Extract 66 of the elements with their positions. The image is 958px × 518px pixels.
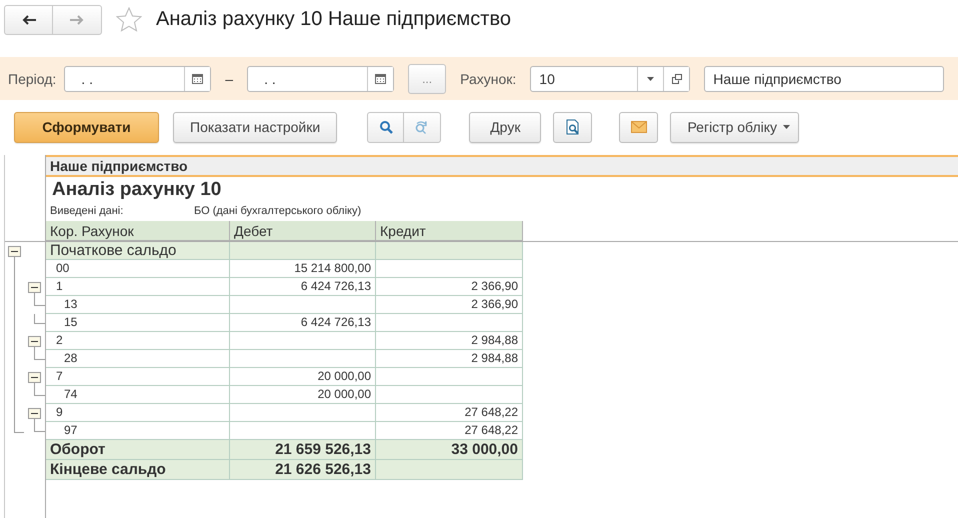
preview-button[interactable]: [553, 112, 592, 142]
column-header: Кредит: [376, 221, 523, 241]
total-label: Оборот: [46, 440, 230, 460]
account-cell: 13: [46, 296, 230, 314]
account-cell: 28: [46, 350, 230, 368]
show-settings-button[interactable]: Показати настройки: [173, 112, 338, 142]
envelope-icon: [630, 121, 647, 133]
period-end-field[interactable]: . .: [247, 66, 394, 92]
collapse-toggle[interactable]: [28, 372, 41, 382]
back-arrow-icon: [22, 14, 36, 24]
total-debit-cell: 21 659 526,13: [230, 440, 376, 460]
print-button[interactable]: Друк: [469, 112, 542, 142]
forward-arrow-icon: [70, 14, 84, 24]
star-icon[interactable]: [116, 7, 142, 32]
account-cell: 9: [46, 404, 230, 422]
account-field[interactable]: 10: [530, 66, 690, 92]
credit-cell: 2 366,90: [376, 296, 523, 314]
report-title: Аналіз рахунку 10: [51, 178, 222, 202]
column-header: Дебет: [230, 221, 376, 241]
period-separator: –: [225, 70, 234, 86]
collapse-toggle[interactable]: [28, 282, 41, 292]
total-label: Кінцеве сальдо: [46, 460, 230, 480]
account-cell: 1: [46, 278, 230, 296]
calendar-button[interactable]: [367, 66, 394, 90]
total-credit-cell: 33 000,00: [376, 440, 523, 460]
caret-icon: [647, 76, 654, 80]
credit-cell: 2 366,90: [376, 278, 523, 296]
account-cell: 15: [46, 314, 230, 332]
credit-cell: 2 984,88: [376, 332, 523, 350]
period-label: Період:: [8, 70, 56, 86]
collapse-toggle[interactable]: [28, 336, 41, 346]
group-cell: Початкове сальдо: [46, 242, 230, 260]
collapse-toggle[interactable]: [28, 408, 41, 418]
calendar-button[interactable]: [184, 66, 210, 90]
organization-field[interactable]: Наше підприємство: [704, 66, 944, 92]
caret-icon: [783, 125, 790, 129]
account-cell: 2: [46, 332, 230, 350]
account-label: Рахунок:: [460, 70, 516, 86]
organization-heading: Наше підприємство: [46, 155, 958, 177]
calendar-icon: [192, 73, 204, 84]
search-icon: [378, 120, 393, 134]
parameter-label: Виведені дані:: [50, 205, 124, 217]
credit-cell: 27 648,22: [376, 422, 523, 440]
total-debit-cell: 21 626 526,13: [230, 460, 376, 480]
generate-button[interactable]: Сформувати: [14, 112, 159, 142]
period-start-field[interactable]: . .: [64, 66, 212, 92]
calendar-icon: [375, 73, 386, 84]
debit-cell: 20 000,00: [230, 368, 376, 386]
credit-cell: 2 984,88: [376, 350, 523, 368]
open-button[interactable]: [663, 66, 690, 90]
account-cell: 7: [46, 368, 230, 386]
debit-cell: 6 424 726,13: [230, 314, 376, 332]
collapse-toggle[interactable]: [8, 246, 21, 256]
accounting-register-menu[interactable]: Регістр обліку: [670, 112, 800, 142]
account-cell: 97: [46, 422, 230, 440]
debit-cell: 20 000,00: [230, 386, 376, 404]
column-header: Кор. Рахунок: [46, 221, 230, 241]
account-cell: 00: [46, 260, 230, 278]
document-search-icon: [566, 119, 580, 135]
account-cell: 74: [46, 386, 230, 404]
window-title: Аналіз рахунку 10 Наше підприємство: [156, 8, 511, 31]
debit-cell: 15 214 800,00: [230, 260, 376, 278]
debit-cell: 6 424 726,13: [230, 278, 376, 296]
credit-cell: 27 648,22: [376, 404, 523, 422]
parameter-value: БО (дані бухгалтерського обліку): [194, 205, 362, 217]
open-window-icon: [672, 74, 682, 84]
